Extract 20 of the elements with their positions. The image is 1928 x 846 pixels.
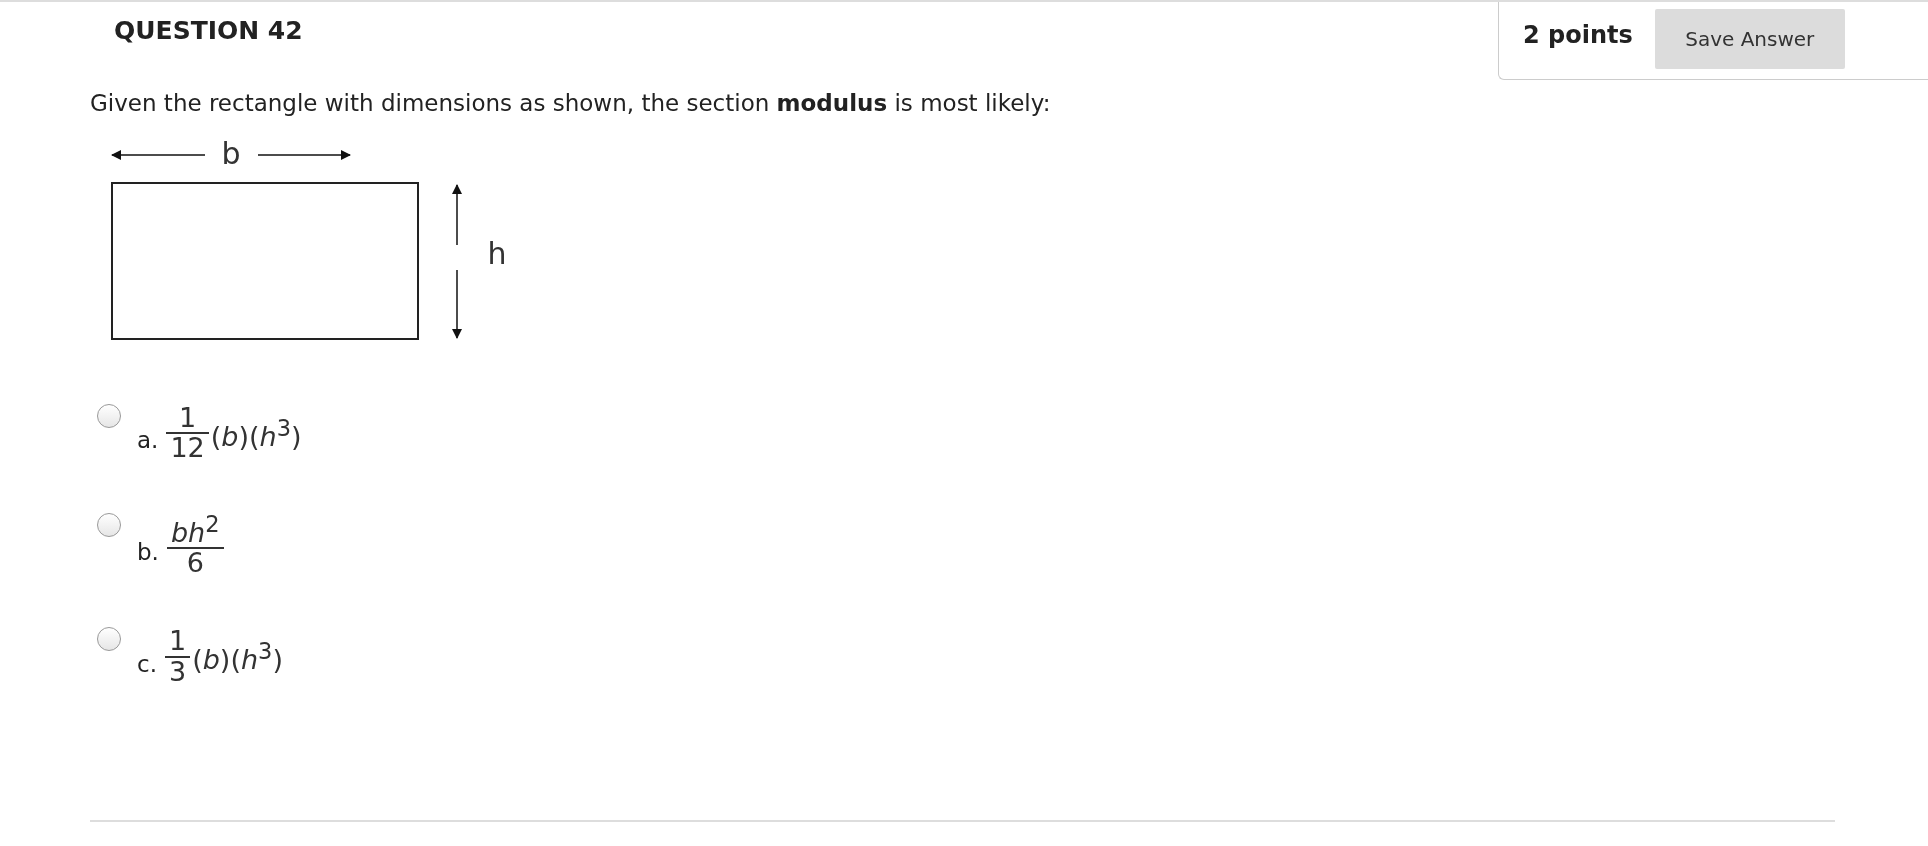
fraction-numerator: 1 [178,404,198,433]
formula-text: (b)(h$^{3}$) [192,638,283,676]
radio-button[interactable] [97,627,121,652]
question-text: Given the rectangle with dimensions as shown, the section modulus is most likely: [90,90,1052,116]
radio-button[interactable] [97,512,121,537]
option-letter: a. [137,427,159,454]
save-answer-button[interactable]: Save Answer [1654,9,1845,69]
option-letter: b. [137,539,159,566]
question-title: QUESTION 42 [114,16,303,45]
option-letter: c. [137,650,157,677]
points-label: 2 points [1523,21,1633,49]
fraction-denominator: 12 [169,434,206,463]
formula-text: (b)(h$^{3}$) [210,414,302,452]
fraction-numerator: bh$^{2}$ [169,512,221,548]
fraction-denominator: 6 [185,549,205,578]
fraction-numerator: 1 [167,627,188,656]
width-label: b [221,136,241,171]
fraction-denominator: 3 [167,657,188,687]
radio-button[interactable] [97,404,121,428]
height-label: h [487,236,507,271]
